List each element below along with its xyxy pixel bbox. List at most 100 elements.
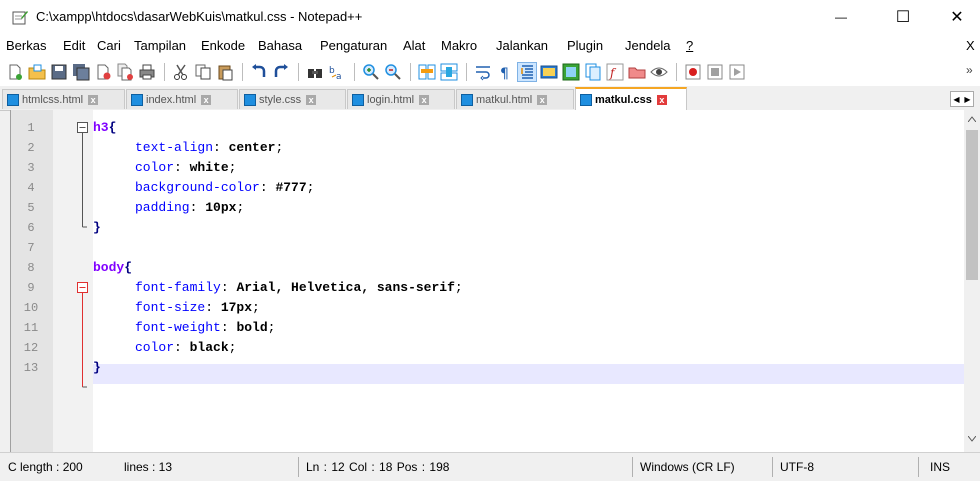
tab-htmlcss-html[interactable]: htmlcss.html x (2, 89, 125, 109)
new-file-icon[interactable] (6, 63, 24, 81)
monitoring-eye-icon[interactable] (650, 63, 668, 81)
word-wrap-icon[interactable] (474, 63, 492, 81)
toolbar-separator (466, 63, 467, 81)
vertical-scrollbar[interactable] (964, 110, 980, 452)
scroll-up-icon[interactable] (968, 116, 976, 122)
menu-edit[interactable]: Edit (63, 38, 85, 53)
copy-icon[interactable] (194, 63, 212, 81)
tab-scroll-buttons[interactable]: ◀ ▶ (950, 91, 974, 107)
scroll-down-icon[interactable] (968, 436, 976, 442)
toolbar-separator (354, 63, 355, 81)
tab-label: matkul.html (476, 93, 533, 106)
tab-scroll-left-icon[interactable]: ◀ (953, 95, 959, 104)
user-defined-language-icon[interactable] (540, 63, 558, 81)
code-line-9: font-family: Arial, Helvetica, sans-seri… (135, 280, 463, 295)
document-map-icon[interactable] (562, 63, 580, 81)
menu-plugin[interactable]: Plugin (567, 38, 603, 53)
tab-login-html[interactable]: login.html x (347, 89, 455, 109)
status-separator (298, 457, 299, 477)
tab-scroll-right-icon[interactable]: ▶ (964, 95, 970, 104)
notepad-plus-plus-icon (12, 11, 28, 25)
maximize-button[interactable]: ☐ (880, 0, 926, 34)
tab-close-icon[interactable]: x (419, 94, 430, 105)
code-editor[interactable]: 1 2 3 4 5 6 7 8 9 10 11 12 13 h3{ text-a… (10, 110, 980, 452)
line-number: 2 (27, 141, 35, 155)
toolbar: ba ¶ f » (0, 58, 980, 87)
close-icon: ✕ (950, 9, 964, 26)
save-icon[interactable] (50, 63, 68, 81)
menu-pengaturan[interactable]: Pengaturan (320, 38, 387, 53)
sync-horizontal-icon[interactable] (440, 63, 458, 81)
function-list-icon[interactable]: f (606, 63, 624, 81)
menu-jendela[interactable]: Jendela (625, 38, 671, 53)
minimize-button[interactable]: — (818, 0, 864, 34)
find-icon[interactable] (306, 63, 324, 81)
menu-bar: Berkas Edit Cari Tampilan Enkode Bahasa … (0, 34, 980, 58)
close-file-icon[interactable] (94, 63, 112, 81)
line-number: 11 (23, 321, 39, 335)
fold-markers (77, 122, 88, 388)
status-separator (772, 457, 773, 477)
menu-help[interactable]: ? (686, 38, 693, 53)
code-line-11: font-weight: bold; (135, 320, 276, 335)
tab-close-icon[interactable]: x (88, 94, 99, 105)
sync-vertical-icon[interactable] (418, 63, 436, 81)
code-line-1: h3{ (93, 120, 117, 135)
cut-icon[interactable] (172, 63, 190, 81)
tab-close-icon[interactable]: x (537, 94, 548, 105)
tab-index-html[interactable]: index.html x (126, 89, 238, 109)
play-macro-icon[interactable] (728, 63, 746, 81)
code-area[interactable]: h3{ text-align: center; color: white; ba… (93, 110, 965, 452)
menu-enkode[interactable]: Enkode (201, 38, 245, 53)
save-all-icon[interactable] (72, 63, 90, 81)
zoom-in-icon[interactable] (362, 63, 380, 81)
stop-macro-icon[interactable] (706, 63, 724, 81)
document-list-icon[interactable] (584, 63, 602, 81)
code-line-5: padding: 10px; (135, 200, 245, 215)
open-file-icon[interactable] (28, 63, 46, 81)
show-all-characters-icon[interactable]: ¶ (496, 63, 514, 81)
menu-tampilan[interactable]: Tampilan (134, 38, 186, 53)
folder-as-workspace-icon[interactable] (628, 63, 646, 81)
menu-cari[interactable]: Cari (97, 38, 121, 53)
document-icon (131, 93, 143, 106)
tab-close-icon[interactable]: x (306, 94, 317, 105)
code-line-10: font-size: 17px; (135, 300, 260, 315)
menu-makro[interactable]: Makro (441, 38, 477, 53)
record-macro-icon[interactable] (684, 63, 702, 81)
status-eol[interactable]: Windows (CR LF) (640, 460, 735, 474)
toolbar-overflow-icon[interactable]: » (966, 63, 973, 77)
code-line-6: } (93, 220, 101, 235)
tab-close-icon[interactable]: x (656, 94, 667, 105)
menu-jalankan[interactable]: Jalankan (496, 38, 548, 53)
code-line-2: text-align: center; (135, 140, 284, 155)
tab-style-css[interactable]: style.css x (239, 89, 346, 109)
toolbar-separator (298, 63, 299, 81)
menu-berkas[interactable]: Berkas (6, 38, 46, 53)
replace-icon[interactable]: ba (328, 63, 346, 81)
tab-label: htmlcss.html (22, 93, 84, 106)
code-line-4: background-color: #777; (135, 180, 315, 195)
menu-bahasa[interactable]: Bahasa (258, 38, 302, 53)
undo-icon[interactable] (250, 63, 268, 81)
redo-icon[interactable] (272, 63, 290, 81)
title-bar: C:\xampp\htdocs\dasarWebKuis\matkul.css … (0, 0, 980, 34)
paste-icon[interactable] (216, 63, 234, 81)
status-encoding[interactable]: UTF-8 (780, 460, 814, 474)
tab-matkul-css[interactable]: matkul.css x (575, 87, 687, 110)
close-all-icon[interactable] (116, 63, 134, 81)
scrollbar-thumb[interactable] (966, 130, 978, 280)
indent-guide-icon[interactable] (517, 62, 537, 82)
close-document-button[interactable]: X (966, 38, 975, 53)
zoom-out-icon[interactable] (384, 63, 402, 81)
line-number: 4 (27, 181, 35, 195)
code-line-8: body{ (93, 260, 133, 275)
close-window-button[interactable]: ✕ (934, 0, 980, 34)
status-insert-mode[interactable]: INS (930, 460, 950, 474)
print-icon[interactable] (138, 63, 156, 81)
tab-close-icon[interactable]: x (201, 94, 212, 105)
toolbar-separator (242, 63, 243, 81)
tab-matkul-html[interactable]: matkul.html x (456, 89, 574, 109)
menu-alat[interactable]: Alat (403, 38, 425, 53)
svg-text:b: b (329, 66, 335, 76)
